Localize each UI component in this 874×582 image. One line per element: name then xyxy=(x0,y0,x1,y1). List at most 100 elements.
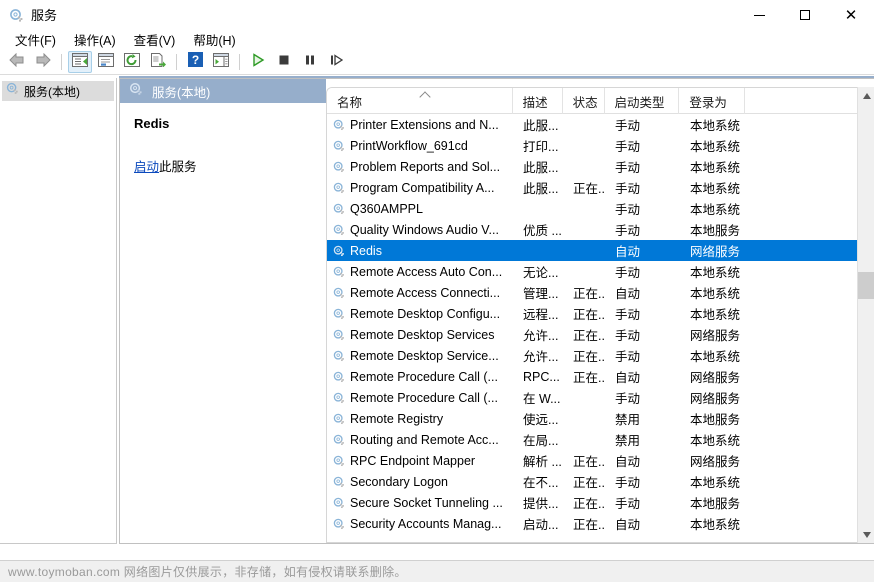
column-header-log-on-as[interactable]: 登录为 xyxy=(679,88,746,114)
cell-status: 正在... xyxy=(573,497,605,511)
scrollbar-thumb[interactable] xyxy=(858,272,874,299)
column-header-description[interactable]: 描述 xyxy=(513,88,563,114)
cell-log-on-as: 本地系统 xyxy=(690,476,741,490)
column-header-status[interactable]: 状态 xyxy=(563,88,605,114)
refresh-button[interactable] xyxy=(120,51,144,73)
service-name-text: Remote Desktop Configu... xyxy=(350,306,501,321)
show-tree-button[interactable] xyxy=(68,51,92,73)
table-row[interactable]: Remote Desktop Configu... 远程... 正在... 手动 本地系… xyxy=(327,303,874,324)
cell-status xyxy=(563,198,605,219)
service-gear-icon xyxy=(331,432,346,447)
start-service-button[interactable] xyxy=(246,51,270,73)
menu-view[interactable]: 查看(V) xyxy=(125,28,185,51)
service-gear-icon xyxy=(331,348,346,363)
cell-service-name: Remote Procedure Call (... xyxy=(327,366,513,387)
service-name-text: Problem Reports and Sol... xyxy=(350,159,501,174)
minimize-button[interactable] xyxy=(736,0,782,30)
table-row[interactable]: Remote Procedure Call (... RPC... 正在... 自动 网… xyxy=(327,366,874,387)
cell-description: 此服... xyxy=(523,161,559,175)
table-row[interactable]: PrintWorkflow_691cd 打印... 手动 本地系统 xyxy=(327,135,874,156)
properties-window-icon xyxy=(98,52,114,72)
cell-log-on-as: 本地服务 xyxy=(690,413,741,427)
table-row[interactable]: Secondary Logon 在不... 正在... 手动 本地系统 xyxy=(327,471,874,492)
menu-help[interactable]: 帮助(H) xyxy=(184,28,244,51)
toolbar: ? xyxy=(0,50,874,75)
service-gear-icon xyxy=(331,285,346,300)
table-row[interactable]: Remote Access Connecti... 管理... 正在... 自动 本地系… xyxy=(327,282,874,303)
back-button[interactable] xyxy=(5,51,29,73)
table-row[interactable]: Problem Reports and Sol... 此服... 手动 本地系统 xyxy=(327,156,874,177)
cell-status: 正在... xyxy=(573,329,605,343)
service-name-text: Secure Socket Tunneling ... xyxy=(350,495,503,510)
selected-service-name: Redis xyxy=(134,116,170,131)
scroll-up-arrow-icon[interactable] xyxy=(858,87,874,104)
content-area: 服务(本地) 服务(本地) Redis 启动此服务 名称 描述 状态 启动类型 … xyxy=(0,76,874,558)
service-name-text: Redis xyxy=(350,243,382,258)
vertical-scrollbar[interactable] xyxy=(857,87,874,543)
show-pane-button[interactable] xyxy=(209,51,233,73)
cell-description: 允许... xyxy=(523,350,559,364)
table-row[interactable]: Remote Procedure Call (... 在 W... 手动 网络服务 xyxy=(327,387,874,408)
forward-button[interactable] xyxy=(31,51,55,73)
service-name-text: Program Compatibility A... xyxy=(350,180,495,195)
table-row[interactable]: RPC Endpoint Mapper 解析 ... 正在... 自动 网络服务 xyxy=(327,450,874,471)
cell-status xyxy=(563,429,605,450)
properties-button[interactable] xyxy=(94,51,118,73)
pause-service-button[interactable] xyxy=(298,51,322,73)
cell-service-name: Routing and Remote Acc... xyxy=(327,429,513,450)
menu-file[interactable]: 文件(F) xyxy=(6,28,65,51)
table-row[interactable]: Printer Extensions and N... 此服... 手动 本地系统 xyxy=(327,114,874,135)
table-row[interactable]: Remote Desktop Service... 允许... 正在... 手动 本地系… xyxy=(327,345,874,366)
close-button[interactable]: ✕ xyxy=(828,0,874,30)
column-header-name[interactable]: 名称 xyxy=(327,88,513,114)
cell-log-on-as: 本地系统 xyxy=(690,161,741,175)
table-row[interactable]: Remote Desktop Services 允许... 正在... 手动 网络服务 xyxy=(327,324,874,345)
cell-description: 在不... xyxy=(523,476,559,490)
cell-startup-type: 自动 xyxy=(615,287,641,301)
cell-description: 此服... xyxy=(523,182,559,196)
window-controls: ✕ xyxy=(736,0,874,30)
cell-description xyxy=(513,198,563,219)
cell-status xyxy=(563,387,605,408)
stop-service-button[interactable] xyxy=(272,51,296,73)
table-row[interactable]: Security Accounts Manag... 启动... 正在... 自动 本地… xyxy=(327,513,874,534)
service-gear-icon xyxy=(331,159,346,174)
cell-service-name: Redis xyxy=(327,240,513,261)
cell-startup-type: 手动 xyxy=(615,203,641,217)
cell-startup-type: 手动 xyxy=(615,140,641,154)
table-row[interactable]: Q360AMPPL 手动 本地系统 xyxy=(327,198,874,219)
cell-log-on-as: 网络服务 xyxy=(690,245,741,259)
table-row[interactable]: Routing and Remote Acc... 在局... 禁用 本地系统 xyxy=(327,429,874,450)
menu-action[interactable]: 操作(A) xyxy=(65,28,125,51)
maximize-button[interactable] xyxy=(782,0,828,30)
restart-service-button[interactable] xyxy=(324,51,348,73)
cell-status: 正在... xyxy=(573,518,605,532)
svg-text:?: ? xyxy=(191,53,198,67)
cell-status xyxy=(563,240,605,261)
footer-watermark: www.toymoban.com 网络图片仅供展示，非存储，如有侵权请联系删除。 xyxy=(0,560,874,582)
table-row[interactable]: Secure Socket Tunneling ... 提供... 正在... 手动 本… xyxy=(327,492,874,513)
cell-service-name: Problem Reports and Sol... xyxy=(327,156,513,177)
cell-startup-type: 自动 xyxy=(615,455,641,469)
table-row[interactable]: Redis 自动 网络服务 xyxy=(327,240,874,261)
service-gear-icon xyxy=(331,516,346,531)
table-row[interactable]: Program Compatibility A... 此服... 正在... 手动 本地… xyxy=(327,177,874,198)
cell-service-name: Remote Procedure Call (... xyxy=(327,387,513,408)
list-header-row: 名称 描述 状态 启动类型 登录为 xyxy=(327,88,874,114)
table-row[interactable]: Remote Registry 使远... 禁用 本地服务 xyxy=(327,408,874,429)
scroll-down-arrow-icon[interactable] xyxy=(858,526,874,543)
cell-log-on-as: 本地系统 xyxy=(690,287,741,301)
column-header-startup-type[interactable]: 启动类型 xyxy=(605,88,680,114)
cell-status: 正在... xyxy=(573,182,605,196)
table-row[interactable]: Quality Windows Audio V... 优质 ... 手动 本地服务 xyxy=(327,219,874,240)
export-list-button[interactable] xyxy=(146,51,170,73)
table-row[interactable]: Remote Access Auto Con... 无论... 手动 本地系统 xyxy=(327,261,874,282)
details-pane-title: 服务(本地) xyxy=(152,85,211,100)
help-button[interactable]: ? xyxy=(183,51,207,73)
cell-startup-type: 手动 xyxy=(615,224,641,238)
sidebar-item-services-local[interactable]: 服务(本地) xyxy=(2,81,114,101)
service-name-text: PrintWorkflow_691cd xyxy=(350,138,468,153)
service-gear-icon xyxy=(331,474,346,489)
cell-status xyxy=(563,156,605,177)
start-service-link[interactable]: 启动 xyxy=(134,160,159,174)
